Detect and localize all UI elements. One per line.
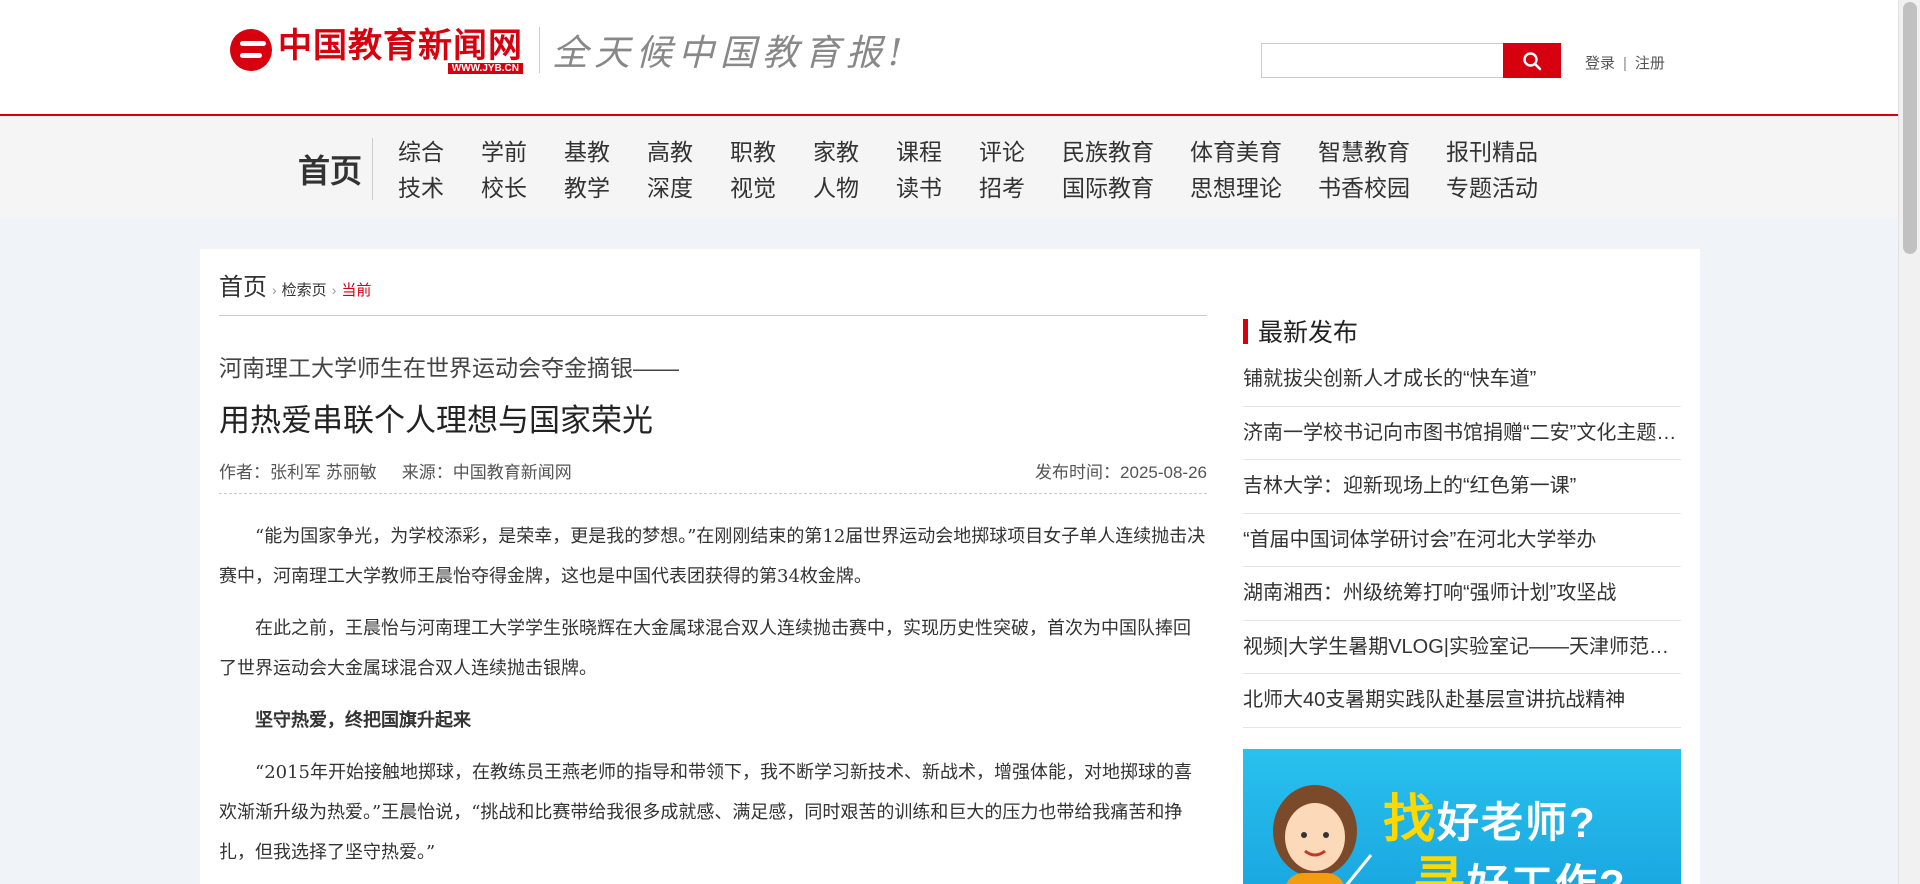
logo-text: 中国教育新闻网 (278, 25, 523, 66)
nav-item-shendu[interactable]: 深度 (647, 170, 730, 206)
article-source: 来源：中国教育新闻网 (401, 463, 572, 482)
site-slogan: 全天候中国教育报! (552, 33, 909, 74)
teacher-illustration-icon (1273, 785, 1373, 884)
nav-grid: 综合 学前 基教 高教 职教 家教 课程 评论 民族教育 体育美育 智慧教育 报… (398, 134, 1546, 206)
nav-item-zonghe[interactable]: 综合 (398, 134, 481, 170)
logo-text-block: 中国教育新闻网 WWW.JYB.CN (278, 27, 523, 74)
latest-item[interactable]: 视频|大学生暑期VLOG|实验室记——天津师范大学 (1243, 621, 1681, 674)
nav-item-jishu[interactable]: 技术 (398, 170, 481, 206)
article-section-heading: 坚守热爱，终把国旗升起来 (255, 710, 471, 731)
nav-home[interactable]: 首页 (298, 146, 362, 192)
nav-item-guoji[interactable]: 国际教育 (1062, 170, 1190, 206)
nav-item-pinglun[interactable]: 评论 (979, 134, 1062, 170)
article-title: 用热爱串联个人理想与国家荣光 (219, 403, 653, 438)
logo-url: WWW.JYB.CN (447, 62, 523, 74)
latest-item[interactable]: 北师大40支暑期实践队赴基层宣讲抗战精神 (1243, 674, 1681, 728)
nav-item-zhihui[interactable]: 智慧教育 (1318, 134, 1446, 170)
sidebar-heading: 最新发布 (1258, 319, 1359, 347)
recruit-banner[interactable]: 找好老师? 寻好工作? (1243, 749, 1681, 884)
meta-divider (219, 493, 1207, 494)
nav-item-zhuanti[interactable]: 专题活动 (1446, 170, 1546, 206)
nav-item-jijiao[interactable]: 基教 (564, 134, 647, 170)
main-nav: 首页 综合 学前 基教 高教 职教 家教 课程 评论 民族教育 体育美育 智慧教… (0, 118, 1898, 218)
breadcrumb-separator-icon: › (272, 282, 277, 298)
sidebar-title: 最新发布 (1243, 315, 1681, 347)
search-input[interactable] (1261, 43, 1503, 78)
top-header: 中国教育新闻网 WWW.JYB.CN 全天候中国教育报! 登录 | 注册 (0, 0, 1898, 116)
nav-item-shuxiang[interactable]: 书香校园 (1318, 170, 1446, 206)
latest-item[interactable]: 湖南湘西：州级统筹打响“强师计划”攻坚战 (1243, 567, 1681, 621)
logo-divider (539, 27, 540, 73)
article-paragraph: “2015年开始接触地掷球，在教练员王燕老师的指导和带领下，我不断学习新技术、新… (219, 762, 1193, 863)
latest-item[interactable]: 吉林大学：迎新现场上的“红色第一课” (1243, 460, 1681, 514)
nav-item-tiyu[interactable]: 体育美育 (1190, 134, 1318, 170)
search-bar (1261, 43, 1561, 78)
article-paragraph: “能为国家争光，为学校添彩，是荣幸，更是我的梦想。”在刚刚结束的第12届世界运动… (219, 526, 1206, 587)
content-card: 首页 › 检索页 › 当前 河南理工大学师生在世界运动会夺金摘银—— 用热爱串联… (200, 249, 1700, 884)
logo-mark-icon (230, 29, 272, 71)
breadcrumb-home[interactable]: 首页 (219, 267, 267, 302)
page-scrollbar[interactable] (1898, 0, 1920, 884)
article-body: “能为国家争光，为学校添彩，是荣幸，更是我的梦想。”在刚刚结束的第12届世界运动… (219, 517, 1207, 884)
nav-item-shijue[interactable]: 视觉 (730, 170, 813, 206)
nav-item-zhijiao[interactable]: 职教 (730, 134, 813, 170)
nav-item-kecheng[interactable]: 课程 (896, 134, 979, 170)
scrollbar-thumb[interactable] (1903, 2, 1917, 254)
nav-item-gaojiao[interactable]: 高教 (647, 134, 730, 170)
sidebar-accent-bar (1243, 318, 1248, 344)
nav-item-dushu[interactable]: 读书 (896, 170, 979, 206)
article-paragraph: 在此之前，王晨怡与河南理工大学学生张晓辉在大金属球混合双人连续抛击赛中，实现历史… (219, 618, 1191, 679)
auth-links: 登录 | 注册 (1585, 52, 1665, 73)
search-button[interactable] (1503, 43, 1561, 78)
article-meta: 作者：张利军 苏丽敏 来源：中国教育新闻网 发布时间：2025-08-26 (219, 458, 1207, 483)
nav-item-baokan[interactable]: 报刊精品 (1446, 134, 1546, 170)
nav-item-minzu[interactable]: 民族教育 (1062, 134, 1190, 170)
article-date: 发布时间：2025-08-26 (1035, 463, 1207, 482)
latest-item[interactable]: 铺就拔尖创新人才成长的“快车道” (1243, 353, 1681, 407)
nav-item-sixiang[interactable]: 思想理论 (1190, 170, 1318, 206)
nav-item-xueqian[interactable]: 学前 (481, 134, 564, 170)
breadcrumb-search-page[interactable]: 检索页 (282, 279, 327, 300)
breadcrumb-current: 当前 (341, 282, 372, 299)
auth-separator: | (1623, 55, 1627, 72)
latest-item[interactable]: “首届中国词体学研讨会”在河北大学举办 (1243, 514, 1681, 567)
register-link[interactable]: 注册 (1635, 55, 1665, 72)
nav-item-xiaozhang[interactable]: 校长 (481, 170, 564, 206)
nav-item-renwu[interactable]: 人物 (813, 170, 896, 206)
article-subtitle: 河南理工大学师生在世界运动会夺金摘银—— (219, 355, 679, 381)
banner-line-2-highlight: 寻 (1413, 853, 1468, 884)
banner-line-2-text: 好工作? (1467, 861, 1627, 884)
nav-item-zhaokao[interactable]: 招考 (979, 170, 1062, 206)
latest-list: 铺就拔尖创新人才成长的“快车道” 济南一学校书记向市图书馆捐赠“二安”文化主题图… (1243, 353, 1681, 728)
search-icon (1523, 51, 1542, 70)
article-author: 作者：张利军 苏丽敏 (219, 463, 377, 482)
breadcrumb: 首页 › 检索页 › 当前 (219, 267, 371, 302)
nav-divider (372, 138, 373, 200)
nav-item-jiajiao[interactable]: 家教 (813, 134, 896, 170)
breadcrumb-separator-icon: › (331, 282, 337, 298)
nav-item-jiaoxue[interactable]: 教学 (564, 170, 647, 206)
latest-sidebar: 最新发布 铺就拔尖创新人才成长的“快车道” 济南一学校书记向市图书馆捐赠“二安”… (1243, 315, 1681, 728)
latest-item[interactable]: 济南一学校书记向市图书馆捐赠“二安”文化主题图书 (1243, 407, 1681, 460)
breadcrumb-divider (219, 315, 1207, 316)
banner-line-2: 寻好工作? (1413, 839, 1627, 884)
site-logo[interactable]: 中国教育新闻网 WWW.JYB.CN 全天候中国教育报! (230, 24, 908, 76)
login-link[interactable]: 登录 (1585, 55, 1615, 72)
